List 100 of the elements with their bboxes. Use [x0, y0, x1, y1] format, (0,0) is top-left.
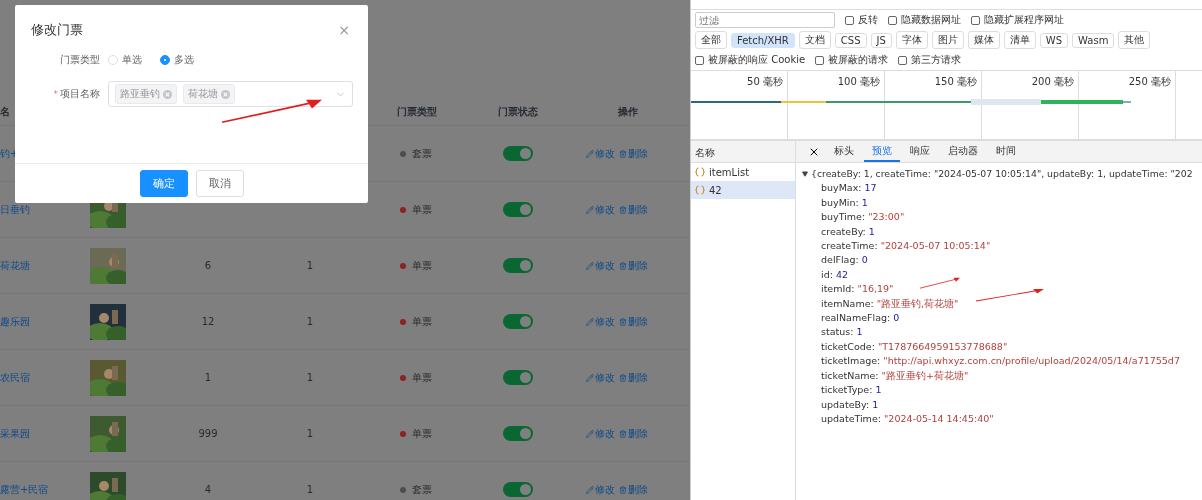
pencil-icon [586, 485, 594, 494]
property-line: createTime: "2024-05-07 10:05:14" [820, 239, 991, 254]
ticket-type: 单票 [412, 202, 432, 217]
trash-icon [619, 429, 627, 438]
ticket-type: 单票 [412, 314, 432, 329]
type-filter-button[interactable]: 图片 [931, 31, 964, 49]
request-item[interactable]: itemList [691, 163, 795, 181]
property-line: ticketType: 1 [820, 383, 882, 398]
type-filter-button[interactable]: CSS [834, 32, 867, 48]
selected-tag: 路亚垂钓 [115, 84, 177, 104]
remove-icon[interactable] [221, 89, 230, 99]
status-switch[interactable] [503, 146, 533, 161]
property-line: updateTime: "2024-05-14 14:45:40" [820, 411, 994, 426]
property-line: buyMin: 1 [820, 195, 868, 210]
type-filter-button[interactable]: Wasm [1072, 32, 1115, 48]
filter-checkbox[interactable]: 第三方请求 [898, 53, 962, 67]
property-line: id: 42 [820, 267, 848, 282]
type-filter-button[interactable]: 媒体 [967, 31, 1000, 49]
detail-tab[interactable]: 标头 [826, 141, 862, 162]
status-switch[interactable] [503, 482, 533, 497]
column-header: 名 [0, 104, 10, 119]
time-tick: 250 毫秒 [1128, 75, 1171, 88]
braces-icon [695, 185, 705, 195]
time-tick: 150 毫秒 [934, 75, 977, 88]
detail-tab[interactable]: 时间 [988, 141, 1024, 162]
ticket-type: 单票 [412, 370, 432, 385]
table-cell: 1 [306, 428, 314, 439]
column-header: 门票类型 [397, 104, 437, 119]
detail-tab[interactable]: 响应 [902, 141, 938, 162]
trash-icon [619, 317, 627, 326]
remove-icon[interactable] [163, 89, 172, 99]
status-switch[interactable] [503, 370, 533, 385]
type-filter-button[interactable]: WS [1039, 32, 1069, 48]
annotation-arrow [976, 288, 1044, 302]
expand-icon[interactable] [802, 171, 808, 178]
radio-option[interactable]: 单选 [108, 53, 142, 67]
radio-option[interactable]: 多选 [160, 53, 194, 67]
filter-checkbox[interactable]: 隐藏数据网址 [888, 13, 961, 27]
type-filter-button[interactable]: 文档 [798, 31, 831, 49]
filter-checkbox[interactable]: 被屏蔽的请求 [815, 53, 889, 67]
pencil-icon [586, 373, 594, 382]
filter-field[interactable]: 过滤 [695, 12, 835, 28]
required-mark: * [53, 89, 58, 99]
table-cell: 1 [306, 484, 314, 495]
pencil-icon [586, 261, 594, 270]
time-tick: 50 毫秒 [747, 75, 783, 88]
trash-icon [619, 149, 627, 158]
filter-checkbox[interactable]: 隐藏扩展程序网址 [971, 13, 1064, 27]
table-cell: 6 [204, 260, 212, 271]
type-filter-button[interactable]: Fetch/XHR [731, 32, 795, 48]
pencil-icon [586, 205, 594, 214]
property-line: createBy: 1 [820, 224, 875, 239]
table-cell: 1 [306, 372, 314, 383]
status-switch[interactable] [503, 426, 533, 441]
cancel-button[interactable]: 取消 [195, 170, 244, 197]
field-label: 门票类型 [60, 53, 100, 67]
property-line: buyMax: 17 [820, 181, 877, 196]
property-line: status: 1 [820, 325, 863, 340]
trash-icon [619, 373, 627, 382]
request-item[interactable]: 42 [691, 181, 795, 199]
property-line: ticketCode: "T1787664959153778688" [820, 339, 1008, 354]
braces-icon [695, 167, 705, 177]
property-line: itemId: "16,19" [820, 282, 894, 297]
property-line: updateBy: 1 [820, 397, 879, 412]
property-line: realNameFlag: 0 [820, 311, 900, 326]
filter-checkbox[interactable]: 被屏蔽的响应 Cookie [695, 53, 806, 67]
property-line: ticketName: "路亚垂钓+荷花塘" [820, 368, 969, 383]
pencil-icon [586, 429, 594, 438]
table-cell: 12 [201, 316, 215, 327]
type-filter-button[interactable]: JS [870, 32, 892, 48]
type-filter-button[interactable]: 字体 [895, 31, 928, 49]
table-cell: 999 [198, 428, 218, 439]
status-switch[interactable] [503, 202, 533, 217]
ticket-type: 单票 [412, 426, 432, 441]
detail-tab[interactable]: 启动器 [940, 141, 986, 162]
table-cell: 1 [306, 260, 314, 271]
type-filter-button[interactable]: 清单 [1003, 31, 1036, 49]
trash-icon [619, 205, 627, 214]
column-header: 门票状态 [498, 104, 538, 119]
table-cell: 1 [306, 316, 314, 327]
table-cell: 1 [204, 372, 212, 383]
trash-icon [619, 485, 627, 494]
ticket-type: 单票 [412, 258, 432, 273]
column-header: 名称 [691, 141, 796, 163]
status-switch[interactable] [503, 314, 533, 329]
detail-tab[interactable]: 预览 [864, 141, 900, 162]
pencil-icon [586, 149, 594, 158]
field-label: 项目名称 [60, 87, 100, 101]
object-summary: {createBy: 1, createTime: "2024-05-07 10:05:14", updateBy: 1, updateTime: "202 [811, 167, 1193, 181]
status-switch[interactable] [503, 258, 533, 273]
type-filter-button[interactable]: 全部 [695, 31, 727, 49]
trash-icon [619, 261, 627, 270]
column-header: 操作 [618, 104, 638, 119]
table-cell: 4 [204, 484, 212, 495]
property-line: ticketImage: "http://api.whxyz.com.cn/profile/upload/2024/05/14/a71755d7 [820, 354, 1180, 369]
ticket-type: 套票 [412, 146, 432, 161]
selected-tag: 荷花塘 [183, 84, 235, 104]
type-filter-button[interactable]: 其他 [1118, 31, 1151, 49]
property-line: delFlag: 0 [820, 253, 868, 268]
filter-checkbox[interactable]: 反转 [845, 13, 878, 27]
